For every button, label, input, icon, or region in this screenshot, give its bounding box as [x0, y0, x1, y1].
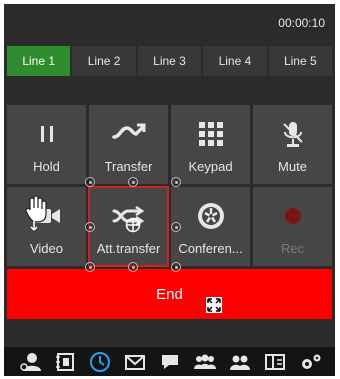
att-transfer-label: Att.transfer: [96, 241, 161, 256]
keypad-button[interactable]: Keypad: [171, 105, 250, 184]
phonebook-icon[interactable]: [52, 351, 78, 373]
line-tabs: Line 1 Line 2 Line 3 Line 4 Line 5: [7, 46, 333, 76]
tab-line-4[interactable]: Line 4: [203, 46, 267, 76]
hold-label: Hold: [33, 159, 60, 174]
transfer-icon: [111, 119, 147, 149]
resize-handle-middle-left[interactable]: [85, 222, 95, 232]
record-button[interactable]: Rec: [253, 187, 332, 266]
conference-icon: [196, 201, 226, 231]
tab-line-1[interactable]: Line 1: [7, 46, 71, 76]
resize-handle-middle-right[interactable]: [171, 222, 181, 232]
chat-icon[interactable]: [157, 351, 183, 373]
mute-label: Mute: [278, 159, 307, 174]
hand-cursor-icon: [24, 194, 50, 234]
record-label: Rec: [280, 241, 305, 256]
groups-icon[interactable]: [192, 351, 218, 373]
settings-icon[interactable]: [297, 351, 323, 373]
resize-cursor-icon: [206, 297, 222, 313]
layout-icon[interactable]: [262, 351, 288, 373]
mute-button[interactable]: Mute: [253, 105, 332, 184]
contacts-icon[interactable]: [17, 351, 43, 373]
tab-line-3[interactable]: Line 3: [137, 46, 202, 76]
conference-label: Conferen...: [178, 241, 243, 256]
conference-button[interactable]: Conferen...: [171, 187, 250, 266]
pause-icon: [39, 119, 55, 149]
resize-handle-bottom-left[interactable]: [85, 262, 95, 272]
keypad-label: Keypad: [188, 159, 233, 174]
end-call-button[interactable]: End: [7, 269, 332, 319]
record-icon: [283, 201, 303, 231]
move-cursor-icon: [125, 217, 141, 233]
resize-handle-top-right[interactable]: [171, 177, 181, 187]
softphone-window: 00:00:10 Line 1 Line 2 Line 3 Line 4 Lin…: [4, 4, 335, 376]
resize-handle-top-center[interactable]: [128, 177, 138, 187]
transfer-button[interactable]: Transfer: [89, 105, 168, 184]
call-controls: Hold Transfer Keypad Mute Video Att.tran…: [7, 105, 332, 267]
messages-icon[interactable]: [122, 351, 148, 373]
resize-handle-bottom-right[interactable]: [171, 262, 181, 272]
history-icon[interactable]: [87, 351, 113, 373]
video-label: Video: [29, 241, 63, 256]
call-timer: 00:00:10: [278, 16, 325, 30]
resize-handle-top-left[interactable]: [85, 177, 95, 187]
microphone-muted-icon: [282, 119, 304, 149]
transfer-label: Transfer: [104, 159, 153, 174]
keypad-icon: [198, 119, 224, 149]
end-call-label: End: [156, 285, 183, 303]
resize-handle-bottom-center[interactable]: [128, 262, 138, 272]
tab-line-5[interactable]: Line 5: [268, 46, 333, 76]
tab-line-2[interactable]: Line 2: [72, 46, 136, 76]
hold-button[interactable]: Hold: [7, 105, 86, 184]
conference-users-icon[interactable]: [227, 351, 253, 373]
bottom-toolbar: [4, 347, 335, 376]
